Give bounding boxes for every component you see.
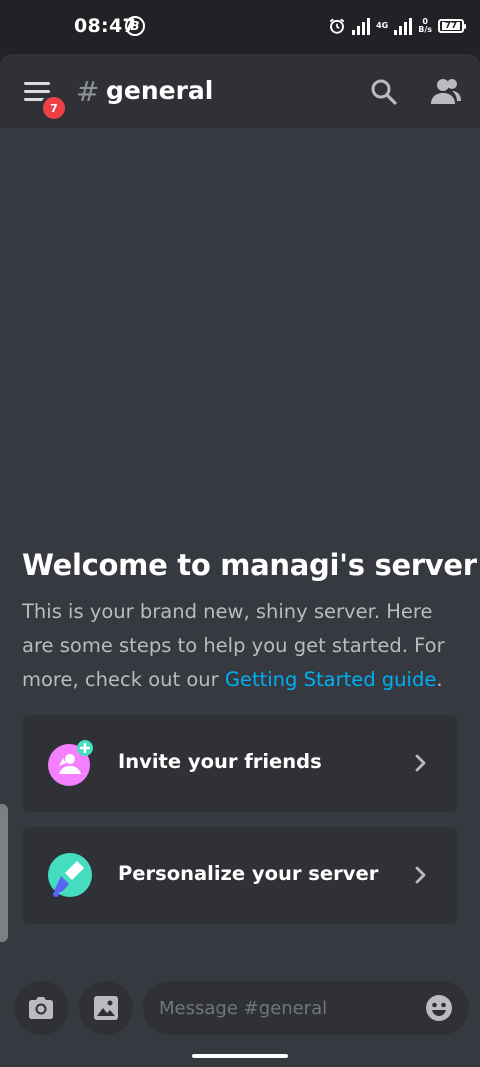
camera-button[interactable] xyxy=(14,981,68,1035)
hash-icon: # xyxy=(76,75,100,108)
message-composer xyxy=(143,981,469,1035)
message-input[interactable] xyxy=(159,981,409,1035)
channel-header: 7 # general xyxy=(0,54,480,128)
chevron-right-icon xyxy=(415,754,426,772)
chevron-right-icon xyxy=(415,866,426,884)
side-drawer-handle[interactable] xyxy=(0,804,8,942)
signal-icon xyxy=(352,17,371,35)
welcome-title: Welcome to managi's server xyxy=(22,548,477,582)
network-label: 4G xyxy=(376,21,389,30)
battery-icon: 77 xyxy=(438,19,466,33)
net-speed: 0 B/s xyxy=(418,18,432,34)
invite-friends-label: Invite your friends xyxy=(118,750,322,773)
image-icon xyxy=(94,996,118,1020)
getting-started-link[interactable]: Getting Started guide xyxy=(225,668,437,691)
camera-icon xyxy=(29,997,53,1019)
search-button[interactable] xyxy=(370,78,398,106)
personalize-server-card[interactable]: Personalize your server xyxy=(22,827,458,924)
invite-friends-icon xyxy=(48,740,93,786)
welcome-text: This is your brand new, shiny server. He… xyxy=(22,595,462,697)
net-speed-unit: B/s xyxy=(418,25,432,34)
emoji-icon[interactable] xyxy=(425,994,453,1022)
image-button[interactable] xyxy=(79,981,133,1035)
status-bar: 08:47 B 4G 0 B/s 77 xyxy=(0,0,480,54)
network-type: 4G xyxy=(376,22,388,30)
alarm-icon xyxy=(329,18,345,34)
personalize-server-label: Personalize your server xyxy=(118,862,379,885)
status-icons: 4G 0 B/s 77 xyxy=(328,14,466,38)
welcome-body-end: . xyxy=(436,668,443,691)
paintbrush-icon xyxy=(48,853,92,897)
signal-icon-2 xyxy=(394,17,413,35)
search-icon xyxy=(371,79,397,105)
members-icon xyxy=(431,79,461,104)
app-container: 7 # general Welcome to managi's server T… xyxy=(0,54,480,1067)
members-button[interactable] xyxy=(430,76,462,106)
b-app-icon: B xyxy=(125,16,145,36)
home-indicator[interactable] xyxy=(192,1054,288,1058)
invite-friends-card[interactable]: Invite your friends xyxy=(22,715,458,812)
notification-badge: 7 xyxy=(40,94,68,122)
channel-title: general xyxy=(106,76,214,105)
battery-level: 77 xyxy=(442,22,460,31)
